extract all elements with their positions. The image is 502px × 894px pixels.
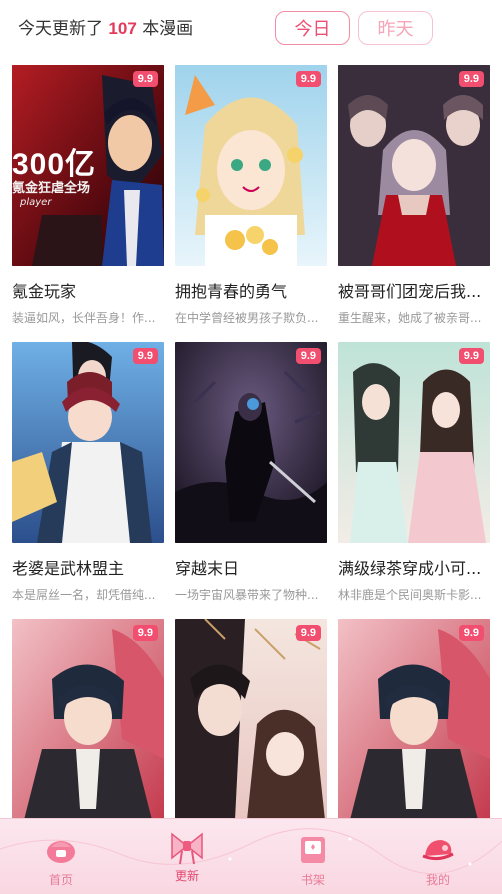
cover-en-text: player [20, 197, 52, 208]
comic-cover[interactable]: 9.9 [175, 342, 327, 543]
rating-badge: 9.9 [132, 348, 158, 364]
nav-bookshelf-label: 书架 [300, 873, 325, 887]
nav-bookshelf[interactable]: 书架 [263, 819, 363, 894]
comic-description: 在中学曾经被男孩子欺负... [175, 311, 319, 325]
comic-cover[interactable]: 300亿 氪金狂虐全场 player 9.9 [12, 65, 164, 266]
comic-title[interactable]: 拥抱青春的勇气 [175, 278, 327, 302]
comic-card[interactable]: 9.9 穿越末日 一场宇宙风暴带来了物种... [175, 342, 327, 603]
rating-badge: 9.9 [458, 71, 484, 87]
header: 今天更新了 107 本漫画 今日 昨天 [0, 0, 502, 52]
comic-card[interactable]: 9.9 [12, 619, 164, 820]
comic-title[interactable]: 老婆是武林盟主 [12, 555, 164, 579]
nav-profile-label: 我的 [425, 873, 450, 887]
comic-card[interactable]: 9.9 [175, 619, 327, 820]
cover-art [175, 619, 327, 820]
update-count: 107 [108, 19, 137, 38]
comic-description: 装逼如风，长伴吾身！作... [12, 311, 156, 325]
comic-cover[interactable]: 9.9 [12, 342, 164, 543]
cover-art [12, 619, 164, 820]
comic-title[interactable]: 被哥哥们团宠后我... [338, 278, 490, 302]
update-summary-suffix: 本漫画 [142, 19, 194, 39]
comic-card[interactable]: 9.9 被哥哥们团宠后我... 重生醒来，她成了被亲哥... [338, 65, 490, 326]
cover-art [12, 342, 164, 543]
comic-card[interactable]: 300亿 氪金狂虐全场 player 9.9 氪金玩家 装逼如风，长伴吾身！作.… [12, 65, 164, 326]
comic-cover[interactable]: 9.9 [338, 65, 490, 266]
rating-badge: 9.9 [295, 71, 321, 87]
comic-cover[interactable]: 9.9 [338, 619, 490, 820]
comic-title[interactable]: 氪金玩家 [12, 278, 164, 302]
cover-art [338, 65, 490, 266]
update-bow-icon [167, 829, 207, 867]
comic-cover[interactable]: 9.9 [175, 65, 327, 266]
comic-cover[interactable]: 9.9 [338, 342, 490, 543]
comic-description: 重生醒来，她成了被亲哥... [338, 311, 482, 325]
rating-badge: 9.9 [458, 625, 484, 641]
rating-badge: 9.9 [295, 625, 321, 641]
nav-home[interactable]: 首页 [11, 819, 111, 894]
comic-description: 一场宇宙风暴带来了物种... [175, 588, 319, 602]
cover-subtitle-text: 氪金狂虐全场 [12, 181, 91, 196]
rating-badge: 9.9 [295, 348, 321, 364]
comic-cover[interactable]: 9.9 [175, 619, 327, 820]
comic-card[interactable]: 9.9 拥抱青春的勇气 在中学曾经被男孩子欺负... [175, 65, 327, 326]
cover-art [175, 65, 327, 266]
bottom-tab-bar: 首页 更新 书架 我的 [0, 818, 502, 894]
nav-profile[interactable]: 我的 [388, 819, 488, 894]
comic-card[interactable]: 9.9 老婆是武林盟主 本是屌丝一名，却凭借纯... [12, 342, 164, 603]
profile-hat-icon [421, 833, 455, 867]
cover-art [338, 342, 490, 543]
comic-card[interactable]: 9.9 满级绿茶穿成小可... 林非鹿是个民间奥斯卡影... [338, 342, 490, 603]
comic-cover[interactable]: 9.9 [12, 619, 164, 820]
comic-title[interactable]: 穿越末日 [175, 555, 327, 579]
cover-art [338, 619, 490, 820]
nav-update-label: 更新 [174, 869, 199, 883]
rating-badge: 9.9 [458, 348, 484, 364]
tab-yesterday[interactable]: 昨天 [358, 11, 433, 45]
nav-update[interactable]: 更新 [137, 819, 237, 894]
update-summary-prefix: 今天更新了 [18, 19, 103, 39]
comic-title[interactable]: 满级绿茶穿成小可... [338, 555, 490, 579]
comic-card[interactable]: 9.9 [338, 619, 490, 820]
update-summary: 今天更新了 107 本漫画 [18, 14, 193, 39]
home-icon [44, 833, 78, 867]
tab-today[interactable]: 今日 [275, 11, 350, 45]
rating-badge: 9.9 [132, 71, 158, 87]
nav-home-label: 首页 [48, 873, 73, 887]
comic-description: 本是屌丝一名，却凭借纯... [12, 588, 156, 602]
cover-art [175, 342, 327, 543]
comic-description: 林非鹿是个民间奥斯卡影... [338, 588, 482, 602]
bookshelf-icon [296, 833, 330, 867]
rating-badge: 9.9 [132, 625, 158, 641]
